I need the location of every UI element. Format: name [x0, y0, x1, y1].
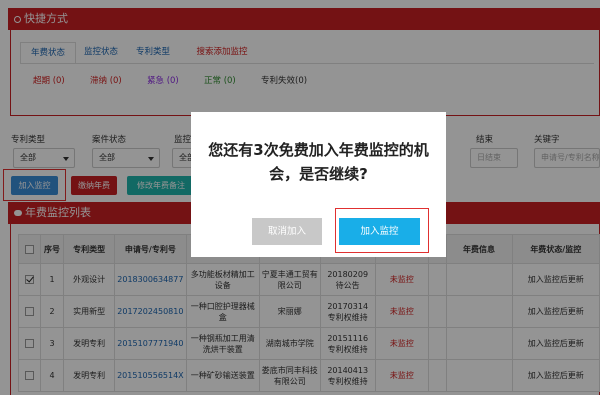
cancel-add-button[interactable]: 取消加入 [252, 218, 322, 245]
highlight-confirm-button [335, 208, 429, 253]
dialog-message: 您还有3次免费加入年费监控的机会，是否继续? [208, 141, 429, 183]
